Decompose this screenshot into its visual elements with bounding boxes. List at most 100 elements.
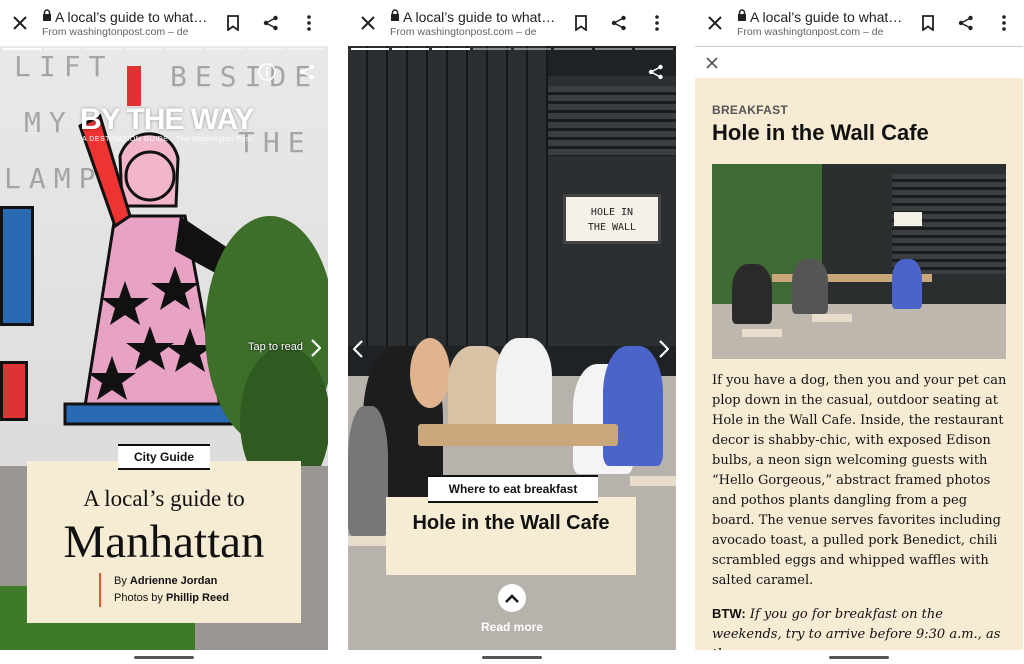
progress-segment: [43, 48, 82, 50]
article-kicker: BREAKFAST: [712, 103, 789, 117]
screen-panel-3: A local’s guide to what… From washington…: [695, 0, 1023, 664]
article-tip-text: If you go for breakfast on the weekends,…: [712, 607, 1001, 650]
toolbar-title-area[interactable]: A local’s guide to what… From washington…: [40, 8, 214, 38]
more-vert-icon[interactable]: [985, 0, 1023, 46]
author-name: Adrienne Jordan: [129, 575, 218, 587]
screen-panel-1: A local’s guide to what… From washington…: [0, 0, 328, 664]
system-nav-bar: [348, 650, 676, 664]
cafe-sign: HOLE IN THE WALL: [563, 194, 661, 244]
progress-segment: [246, 48, 285, 50]
article-tip: BTW: If you go for breakfast on the week…: [712, 604, 1008, 650]
read-more-label[interactable]: Read more: [348, 620, 676, 634]
headline: Manhattan: [63, 516, 265, 568]
mural-detail: [0, 206, 34, 326]
gesture-handle[interactable]: [482, 656, 542, 659]
article-photo: [712, 164, 1006, 359]
divider: [695, 46, 1023, 47]
share-icon[interactable]: [296, 61, 318, 83]
progress-segment: [206, 48, 244, 50]
cafe-sign-line: HOLE IN: [590, 207, 634, 218]
byline: By Adrienne Jordan: [114, 575, 217, 587]
story-progress: [348, 48, 676, 51]
screen-panel-2: A local’s guide to what… From washington…: [348, 0, 676, 664]
bookmark-icon[interactable]: [909, 0, 947, 46]
close-icon[interactable]: [348, 0, 388, 46]
mural-detail: [0, 361, 28, 421]
info-icon[interactable]: [256, 61, 278, 83]
page-url: From washingtonpost.com – de: [42, 26, 189, 38]
progress-segment: [594, 48, 633, 50]
brand-logo: BY THE WAY: [80, 103, 254, 136]
tap-to-read-label[interactable]: Tap to read: [248, 341, 303, 353]
share-icon[interactable]: [645, 61, 667, 83]
bookmark-icon[interactable]: [562, 0, 600, 46]
share-icon[interactable]: [252, 0, 290, 46]
system-nav-bar: [695, 650, 1023, 664]
toolbar-title-area[interactable]: A local’s guide to what… From washington…: [735, 8, 909, 38]
byline-rule: [99, 573, 101, 607]
section-tag: Where to eat breakfast: [428, 475, 598, 503]
toolbar-title-area[interactable]: A local’s guide to what… From washington…: [388, 8, 562, 38]
chevron-right-icon[interactable]: [654, 338, 674, 360]
progress-segment: [165, 48, 204, 50]
chevron-left-icon[interactable]: [350, 338, 366, 360]
article-title: Hole in the Wall Cafe: [712, 120, 929, 145]
share-icon[interactable]: [600, 0, 638, 46]
bench: [348, 536, 390, 546]
lock-icon: [42, 8, 52, 26]
lock-icon: [390, 8, 400, 26]
page-title: A local’s guide to what…: [750, 9, 903, 25]
close-icon[interactable]: [0, 0, 40, 46]
progress-segment: [351, 48, 389, 50]
article-attachment[interactable]: BREAKFAST Hole in the Wall Cafe If you h…: [695, 46, 1023, 650]
bench: [812, 314, 852, 322]
photo-credit: Photos by Phillip Reed: [114, 592, 229, 604]
brand-logo-subtitle: A DESTINATION GUIDE · The Washington Pos…: [82, 136, 253, 143]
cafe-sign-line: THE WALL: [587, 222, 637, 233]
tiled-facade: [348, 46, 548, 346]
close-icon[interactable]: [695, 0, 735, 46]
diner: [603, 346, 663, 466]
progress-segment: [513, 48, 552, 50]
progress-segment: [554, 48, 592, 50]
bench: [742, 329, 782, 337]
page-title: A local’s guide to what…: [403, 9, 556, 25]
more-vert-icon[interactable]: [290, 0, 328, 46]
close-icon[interactable]: [703, 54, 721, 72]
panel-gap: [676, 0, 695, 664]
gesture-handle[interactable]: [134, 656, 194, 659]
custom-tab-toolbar: A local’s guide to what… From washington…: [695, 0, 1023, 46]
custom-tab-toolbar: A local’s guide to what… From washington…: [348, 0, 676, 46]
progress-segment: [84, 48, 122, 50]
chevron-right-icon[interactable]: [306, 337, 326, 359]
more-vert-icon[interactable]: [638, 0, 676, 46]
web-story-page[interactable]: LIFT BESIDE MY THE LAMP BY THE WAY A DES…: [0, 46, 328, 650]
bookmark-icon[interactable]: [214, 0, 252, 46]
article-body: If you have a dog, then you and your pet…: [712, 373, 1007, 588]
progress-segment: [635, 48, 673, 50]
page-url: From washingtonpost.com – de: [390, 26, 537, 38]
roll-shutter: [548, 86, 676, 156]
web-story-page[interactable]: HOLE IN THE WALL Hole in the Wall Cafe W…: [348, 46, 676, 650]
gesture-handle[interactable]: [829, 656, 889, 659]
headline-kicker: A local’s guide to: [83, 486, 245, 511]
lock-icon: [737, 8, 747, 26]
diner: [348, 406, 388, 536]
bench: [630, 476, 676, 486]
share-icon[interactable]: [947, 0, 985, 46]
diner: [496, 338, 552, 433]
photographer-name: Phillip Reed: [165, 592, 229, 604]
system-nav-bar: [0, 650, 328, 664]
page-url: From washingtonpost.com – de: [737, 26, 884, 38]
article-tip-label: BTW:: [712, 606, 746, 621]
progress-segment: [3, 48, 41, 50]
page-title: A local’s guide to what…: [55, 9, 208, 25]
diner: [732, 264, 772, 324]
photo-credit-prefix: Photos by: [114, 592, 163, 604]
progress-segment: [472, 48, 511, 50]
progress-segment: [124, 48, 163, 50]
cafe-sign: [894, 212, 922, 226]
panel-gap: [328, 0, 348, 664]
chevron-up-icon[interactable]: [498, 584, 526, 612]
section-tag: City Guide: [118, 444, 210, 470]
